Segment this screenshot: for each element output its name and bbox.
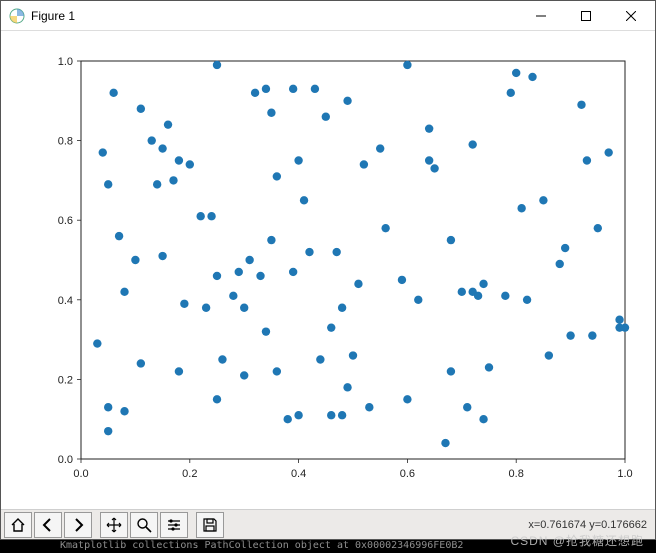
svg-text:0.0: 0.0 [73, 468, 88, 480]
save-button[interactable] [196, 512, 224, 538]
svg-text:0.4: 0.4 [291, 468, 306, 480]
svg-text:0.2: 0.2 [58, 374, 73, 386]
console-background: Kmatplotlib collections PathCollection o… [0, 540, 656, 553]
matplotlib-icon [9, 8, 25, 24]
svg-text:0.8: 0.8 [509, 468, 524, 480]
cursor-coordinates: x=0.761674 y=0.176662 [528, 519, 655, 531]
plot-canvas[interactable]: 0.0 0.2 0.4 0.6 0.8 1.0 0.0 0.2 0.4 0.6 0.8 1.0 [1, 31, 655, 509]
home-button[interactable] [4, 512, 32, 538]
svg-text:0.8: 0.8 [58, 136, 73, 148]
svg-text:0.0: 0.0 [58, 454, 73, 466]
maximize-button[interactable] [563, 1, 608, 31]
pan-button[interactable] [100, 512, 128, 538]
minimize-button[interactable] [518, 1, 563, 31]
svg-text:0.2: 0.2 [182, 468, 197, 480]
close-button[interactable] [608, 1, 653, 31]
zoom-button[interactable] [130, 512, 158, 538]
svg-text:0.4: 0.4 [58, 295, 73, 307]
forward-button[interactable] [64, 512, 92, 538]
back-button[interactable] [34, 512, 62, 538]
window-title: Figure 1 [31, 9, 75, 23]
svg-text:1.0: 1.0 [58, 56, 73, 68]
titlebar: Figure 1 [1, 1, 655, 31]
nav-toolbar: x=0.761674 y=0.176662 [1, 509, 655, 539]
configure-subplots-button[interactable] [160, 512, 188, 538]
svg-text:1.0: 1.0 [617, 468, 632, 480]
svg-text:0.6: 0.6 [58, 215, 73, 227]
figure-window: Figure 1 0.00.20.40.60.81.00.00.20.40.60… [0, 0, 656, 540]
svg-text:0.6: 0.6 [400, 468, 415, 480]
